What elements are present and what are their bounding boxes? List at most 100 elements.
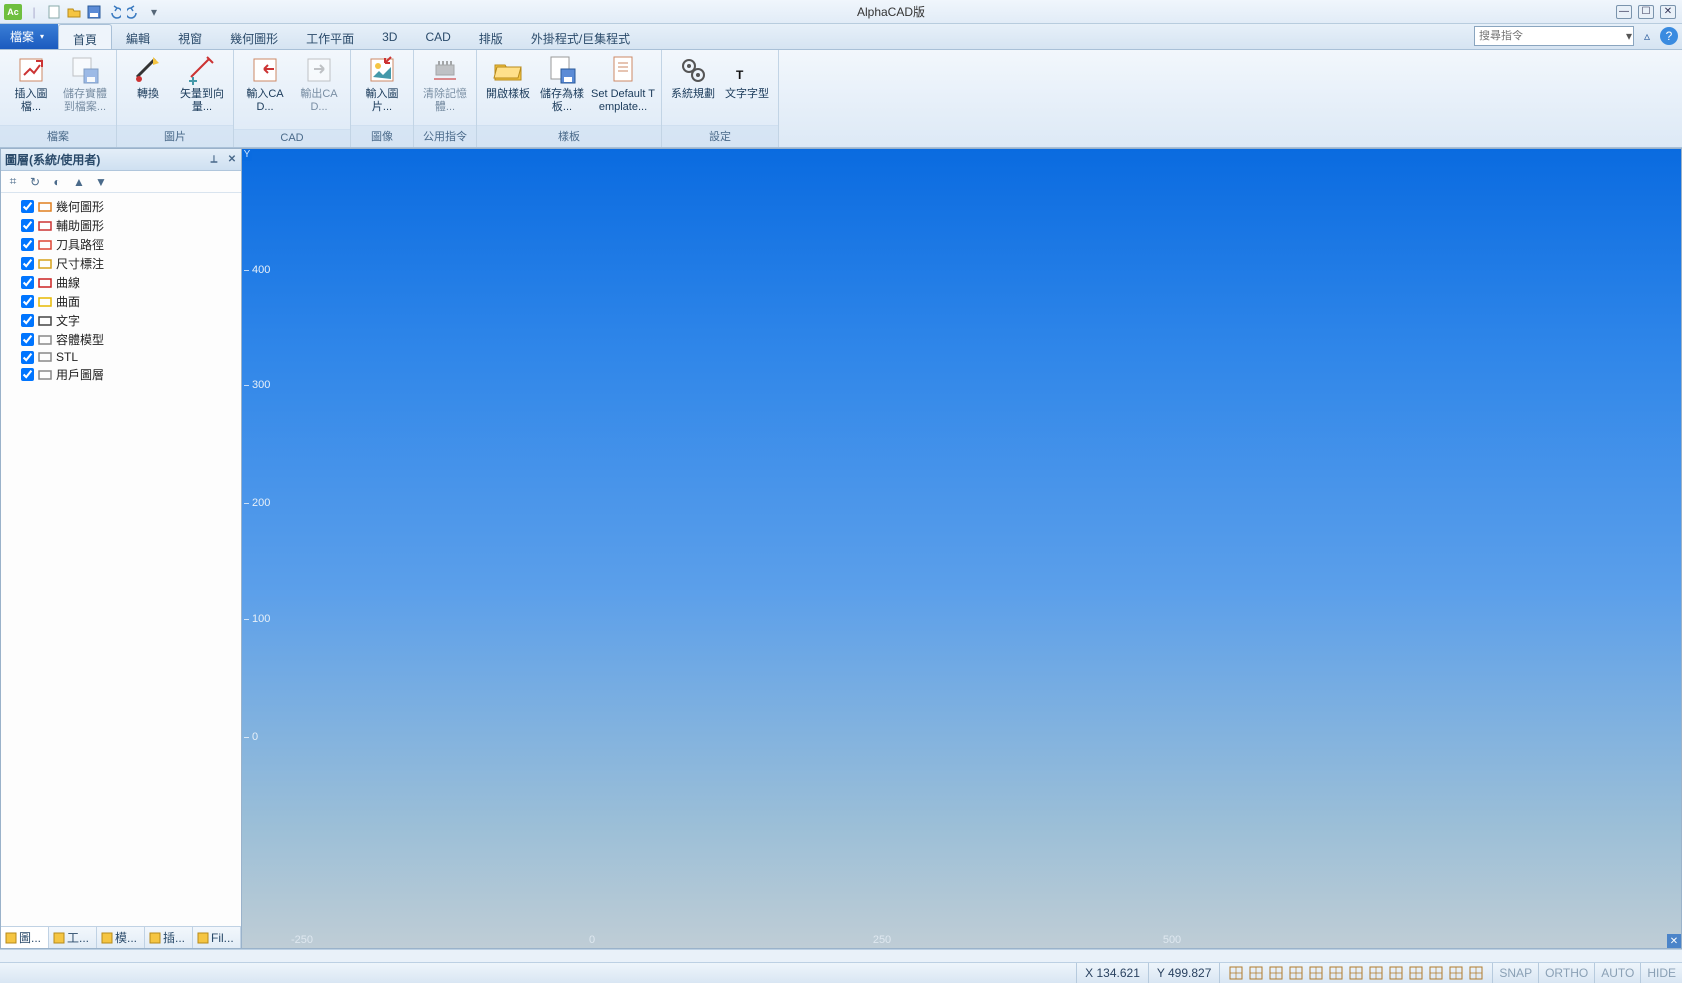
tab-3D[interactable]: 3D	[368, 24, 411, 49]
ribbon-save-template[interactable]: 儲存為樣板...	[535, 52, 589, 116]
app-icon[interactable]: Ac	[4, 4, 22, 20]
ribbon-import-cad[interactable]: 輸入CAD...	[238, 52, 292, 116]
tab-首頁[interactable]: 首頁	[58, 24, 112, 49]
layer-visibility-checkbox[interactable]	[21, 368, 34, 381]
toggle-ortho[interactable]: ORTHO	[1538, 963, 1594, 983]
viewport[interactable]: Y 4003002001000 -2500250500 ✕	[242, 148, 1682, 949]
tools-tab-icon	[53, 932, 65, 944]
side-tab-1[interactable]: 工...	[49, 927, 97, 948]
redo-icon[interactable]	[126, 4, 142, 20]
layer-visibility-checkbox[interactable]	[21, 219, 34, 232]
layer-item[interactable]: 用戶圖層	[7, 365, 235, 384]
ribbon-vectorize[interactable]: 矢量到向量...	[175, 52, 229, 116]
help-icon[interactable]: ?	[1660, 27, 1678, 45]
ribbon-import-image[interactable]: 輸入圖片...	[355, 52, 409, 116]
command-search[interactable]: ▾	[1474, 26, 1634, 46]
canvas-background	[242, 149, 1681, 948]
toggle-auto[interactable]: AUTO	[1594, 963, 1640, 983]
ribbon-open-template[interactable]: 開啟樣板	[481, 52, 535, 103]
open-folder-icon[interactable]	[66, 4, 82, 20]
undo-icon[interactable]	[106, 4, 122, 20]
toggle-hide[interactable]: HIDE	[1640, 963, 1682, 983]
viewport-close-icon[interactable]: ✕	[1667, 934, 1681, 948]
layer-item[interactable]: 輔助圖形	[7, 216, 235, 235]
top-icon[interactable]	[1348, 965, 1364, 981]
ribbon-group-label: 圖像	[351, 125, 413, 147]
ribbon-item-label: Set Default Template...	[591, 88, 655, 114]
right-icon[interactable]	[1368, 965, 1384, 981]
ribbon-insert-drawing[interactable]: 插入圖檔...	[4, 52, 58, 116]
axes-icon[interactable]	[1268, 965, 1284, 981]
up-icon[interactable]: ▲	[71, 174, 87, 190]
ribbon-default-template[interactable]: Set Default Template...	[589, 52, 657, 116]
iso4-icon[interactable]	[1468, 965, 1484, 981]
iso1-icon[interactable]	[1408, 965, 1424, 981]
ribbon-gears[interactable]: 系統規劃	[666, 52, 720, 103]
front-icon[interactable]	[1328, 965, 1344, 981]
file-menu-button[interactable]: 檔案	[0, 24, 58, 49]
layer-icon	[38, 350, 52, 364]
layer-item[interactable]: 刀具路徑	[7, 235, 235, 254]
toggle-icon[interactable]: ◐	[49, 174, 65, 190]
layer-visibility-checkbox[interactable]	[21, 276, 34, 289]
ribbon-convert[interactable]: 轉換	[121, 52, 175, 103]
save-icon[interactable]	[86, 4, 102, 20]
tab-工作平面[interactable]: 工作平面	[292, 24, 368, 49]
rotate-icon[interactable]	[1288, 965, 1304, 981]
side-tab-3[interactable]: 插...	[145, 927, 193, 948]
minimize-button[interactable]: —	[1616, 5, 1632, 19]
layer-item[interactable]: 幾何圖形	[7, 197, 235, 216]
tab-外掛程式/巨集程式[interactable]: 外掛程式/巨集程式	[517, 24, 644, 49]
layer-visibility-checkbox[interactable]	[21, 295, 34, 308]
plane-icon[interactable]	[1308, 965, 1324, 981]
layer-item[interactable]: 文字	[7, 311, 235, 330]
collapse-ribbon-icon[interactable]: ▵	[1638, 27, 1656, 45]
layer-visibility-checkbox[interactable]	[21, 351, 34, 364]
grid-icon[interactable]	[1248, 965, 1264, 981]
tree-icon[interactable]: ⌗	[5, 174, 21, 190]
text-font-icon: T	[731, 54, 763, 86]
toggle-snap[interactable]: SNAP	[1492, 963, 1538, 983]
layer-item[interactable]: 容體模型	[7, 330, 235, 349]
tab-編輯[interactable]: 編輯	[112, 24, 164, 49]
tab-幾何圖形[interactable]: 幾何圖形	[216, 24, 292, 49]
search-dropdown-icon[interactable]: ▾	[1625, 29, 1633, 43]
down-icon[interactable]: ▼	[93, 174, 109, 190]
layer-icon	[38, 295, 52, 309]
layer-visibility-checkbox[interactable]	[21, 333, 34, 346]
left-icon[interactable]	[1388, 965, 1404, 981]
home-view-icon[interactable]	[1228, 965, 1244, 981]
layer-item[interactable]: STL	[7, 349, 235, 365]
ribbon-group-label: 公用指令	[414, 125, 476, 147]
side-tab-4[interactable]: Fil...	[193, 927, 241, 948]
close-panel-icon[interactable]: ✕	[225, 153, 239, 167]
close-button[interactable]: ✕	[1660, 5, 1676, 19]
command-search-input[interactable]	[1475, 30, 1625, 42]
ribbon-item-label: 輸入圖片...	[357, 88, 407, 114]
ribbon-text-font[interactable]: T文字字型	[720, 52, 774, 103]
side-tab-2[interactable]: 模...	[97, 927, 145, 948]
layer-visibility-checkbox[interactable]	[21, 257, 34, 270]
ribbon-group-label: 樣板	[477, 125, 661, 147]
new-file-icon[interactable]	[46, 4, 62, 20]
layer-item[interactable]: 尺寸標注	[7, 254, 235, 273]
tab-排版[interactable]: 排版	[465, 24, 517, 49]
ribbon-item-label: 矢量到向量...	[177, 88, 227, 114]
layer-visibility-checkbox[interactable]	[21, 200, 34, 213]
import-cad-icon	[249, 54, 281, 86]
side-tab-0[interactable]: 圖...	[1, 927, 49, 948]
layer-item[interactable]: 曲線	[7, 273, 235, 292]
iso3-icon[interactable]	[1448, 965, 1464, 981]
maximize-button[interactable]: ☐	[1638, 5, 1654, 19]
tab-CAD[interactable]: CAD	[411, 24, 464, 49]
command-bar[interactable]	[0, 949, 1682, 963]
layer-label: 幾何圖形	[56, 198, 104, 215]
layer-item[interactable]: 曲面	[7, 292, 235, 311]
layer-visibility-checkbox[interactable]	[21, 314, 34, 327]
iso2-icon[interactable]	[1428, 965, 1444, 981]
customize-qat-icon[interactable]: ▾	[146, 4, 162, 20]
layer-visibility-checkbox[interactable]	[21, 238, 34, 251]
refresh-icon[interactable]: ↻	[27, 174, 43, 190]
pin-icon[interactable]: ⟂	[207, 153, 221, 167]
tab-視窗[interactable]: 視窗	[164, 24, 216, 49]
